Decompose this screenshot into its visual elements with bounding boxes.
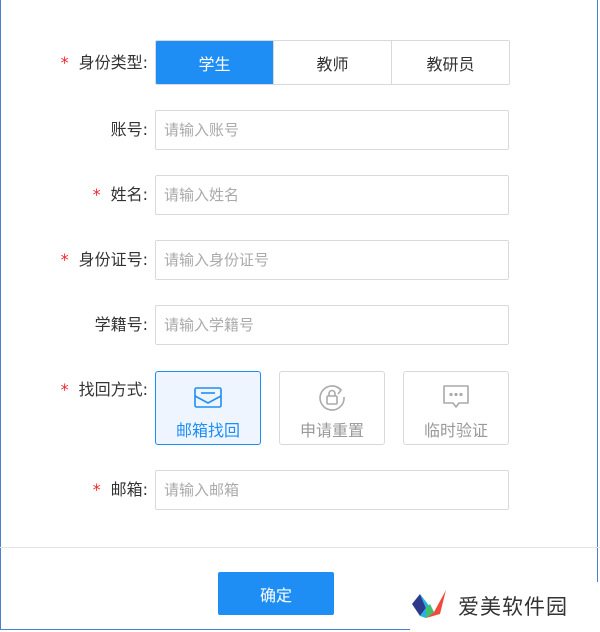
recovery-option-reset[interactable]: 申请重置 <box>279 371 385 445</box>
id-number-label: * 身份证号: <box>60 250 148 269</box>
recovery-option-email[interactable]: 邮箱找回 <box>155 371 261 445</box>
watermark-logo-icon <box>410 586 450 626</box>
id-number-input[interactable] <box>155 240 509 280</box>
required-mark: * <box>60 53 69 72</box>
recovery-option-temp-label: 临时验证 <box>423 421 488 440</box>
required-mark: * <box>60 380 69 399</box>
watermark: 爱美软件园 <box>410 582 598 630</box>
email-input[interactable] <box>155 470 509 510</box>
account-input[interactable] <box>155 110 509 150</box>
identity-type-label: * 身份类型: <box>60 53 148 72</box>
student-number-label: 学籍号: <box>94 315 148 334</box>
chat-dots-icon <box>440 382 472 412</box>
identity-option-researcher[interactable]: 教研员 <box>392 41 509 84</box>
recovery-option-email-label: 邮箱找回 <box>175 421 240 440</box>
confirm-button[interactable]: 确定 <box>218 572 334 615</box>
footer-divider <box>0 547 600 548</box>
recovery-option-reset-label: 申请重置 <box>299 421 364 440</box>
watermark-text: 爱美软件园 <box>458 595 568 619</box>
student-number-input[interactable] <box>155 305 509 345</box>
required-mark: * <box>92 480 101 499</box>
mail-icon <box>192 382 224 412</box>
email-label: * 邮箱: <box>92 480 148 499</box>
recovery-option-temp[interactable]: 临时验证 <box>403 371 509 445</box>
identity-option-student[interactable]: 学生 <box>156 41 274 84</box>
identity-option-teacher[interactable]: 教师 <box>274 41 392 84</box>
recovery-method-label: * 找回方式: <box>60 380 148 399</box>
name-input[interactable] <box>155 175 509 215</box>
lock-reset-icon <box>316 382 348 412</box>
required-mark: * <box>92 185 101 204</box>
account-label: 账号: <box>110 120 148 139</box>
name-label: * 姓名: <box>92 185 148 204</box>
required-mark: * <box>60 250 69 269</box>
identity-type-segmented: 学生 教师 教研员 <box>155 40 510 85</box>
